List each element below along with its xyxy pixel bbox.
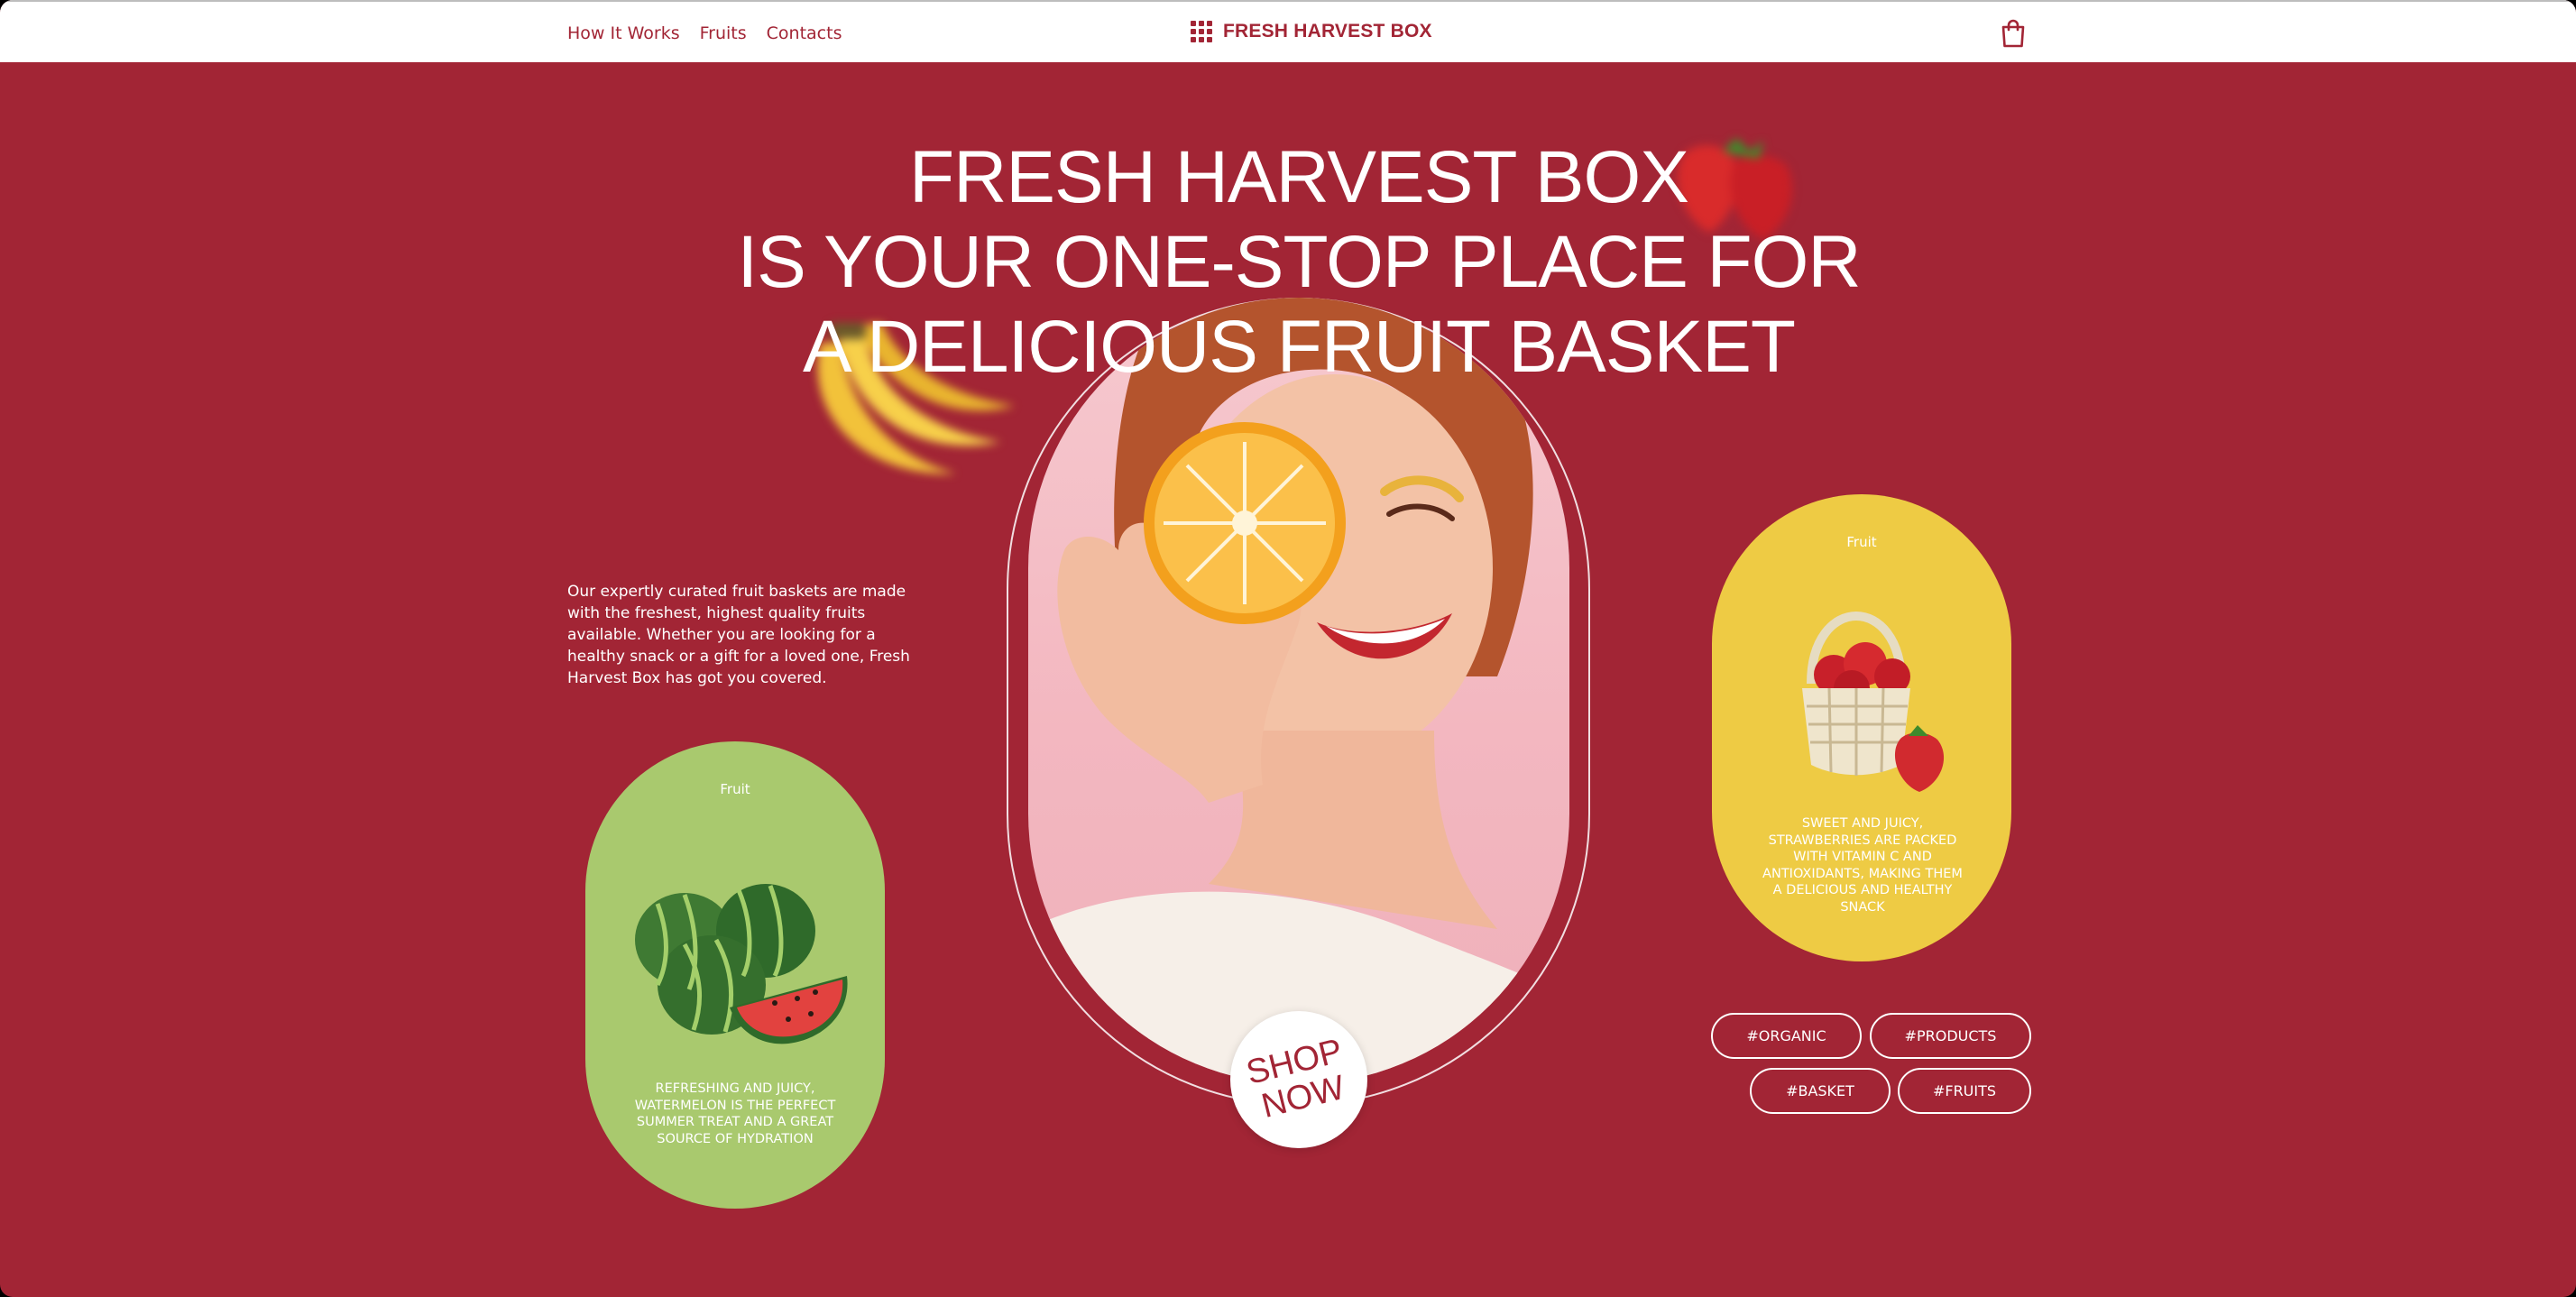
- nav-links: How It Works Fruits Contacts: [567, 23, 842, 43]
- intro-paragraph: Our expertly curated fruit baskets are m…: [567, 583, 910, 687]
- brand-name: FRESH HARVEST BOX: [1223, 21, 1432, 41]
- tag-fruits[interactable]: #FRUITS: [1898, 1068, 2031, 1114]
- hero-title-line: IS YOUR ONE-STOP PLACE FOR: [737, 221, 1861, 303]
- strawberry-basket-image: [1766, 584, 1964, 805]
- strawberry-card[interactable]: Fruit SWEET AND JUICY, STRAWBERRIES ARE …: [1712, 494, 2011, 961]
- watermelon-card[interactable]: Fruit REFRESHING AND JUICY, WATERMELON I…: [585, 741, 885, 1209]
- shopping-bag-icon[interactable]: [2000, 18, 2027, 49]
- grid-icon: [1191, 21, 1212, 42]
- hero-title-line: A DELICIOUS FRUIT BASKET: [803, 306, 1796, 388]
- nav-link-fruits[interactable]: Fruits: [700, 23, 747, 43]
- card-label: Fruit: [720, 781, 750, 797]
- card-description: REFRESHING AND JUICY, WATERMELON IS THE …: [634, 1081, 836, 1146]
- hero-title-line: FRESH HARVEST BOX: [909, 136, 1689, 218]
- watermelon-image: [621, 877, 856, 1052]
- tag-basket[interactable]: #BASKET: [1750, 1068, 1891, 1114]
- card-label: Fruit: [1846, 534, 1877, 550]
- card-description: SWEET AND JUICY, STRAWBERRIES ARE PACKED…: [1762, 816, 1963, 915]
- hero-title: FRESH HARVEST BOX IS YOUR ONE-STOP PLACE…: [631, 135, 1966, 390]
- hero-photo: [1028, 298, 1569, 1084]
- brand-logo[interactable]: FRESH HARVEST BOX: [1191, 21, 1432, 42]
- nav-link-contacts[interactable]: Contacts: [767, 23, 842, 43]
- shop-now-button[interactable]: SHOP NOW: [1230, 1011, 1367, 1148]
- page: How It Works Fruits Contacts FRESH HARVE…: [0, 0, 2576, 1297]
- top-nav: How It Works Fruits Contacts FRESH HARVE…: [0, 0, 2576, 62]
- tag-products[interactable]: #PRODUCTS: [1870, 1013, 2031, 1059]
- tag-organic[interactable]: #ORGANIC: [1711, 1013, 1862, 1059]
- nav-link-how-it-works[interactable]: How It Works: [567, 23, 680, 43]
